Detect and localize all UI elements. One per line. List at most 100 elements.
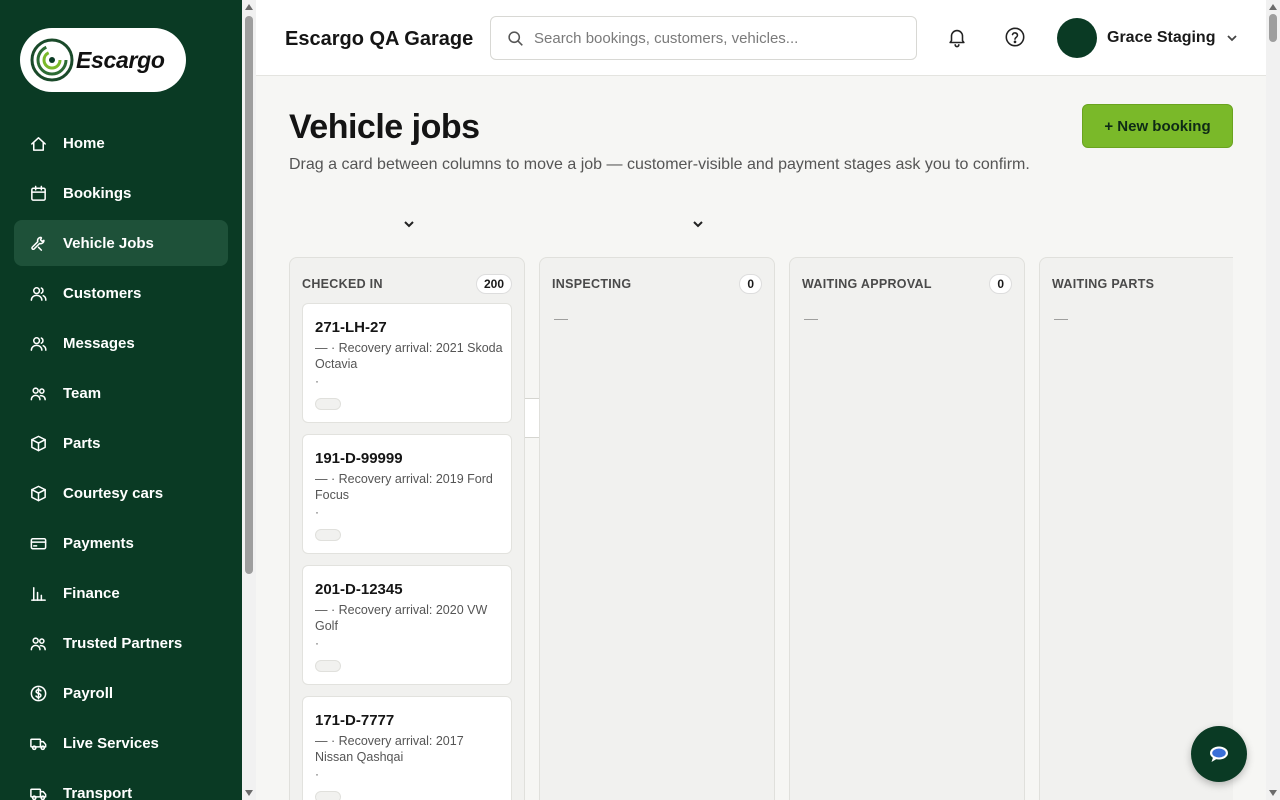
box-icon	[28, 433, 48, 453]
sidebar-item-label: Customers	[63, 284, 142, 302]
job-card[interactable]: 201-D-12345 — · Recovery arrival: 2020 VW…	[302, 565, 512, 685]
sidebar: Escargo Home Bookings Vehicle Jobs Customer…	[0, 0, 242, 800]
column-count-badge: 200	[475, 274, 512, 294]
truck-icon	[28, 733, 48, 753]
sidebar-item-courtesy-cars[interactable]: Courtesy cars	[14, 470, 228, 516]
column-header: INSPECTING 0	[552, 274, 762, 294]
card-tag-pill	[315, 660, 341, 672]
sidebar-item-payments[interactable]: Payments	[14, 520, 228, 566]
column-header: CHECKED IN 200	[302, 274, 512, 294]
sidebar-item-label: Home	[63, 134, 105, 152]
sidebar-item-label: Finance	[63, 584, 120, 602]
chat-button[interactable]	[1191, 726, 1247, 782]
sidebar-item-label: Courtesy cars	[63, 484, 164, 502]
mechanic-filter[interactable]: All mechanics	[289, 199, 420, 438]
search-icon	[508, 30, 523, 46]
user-name: Grace Staging	[1107, 29, 1216, 46]
users-icon	[28, 333, 48, 353]
column-header: WAITING PARTS	[1052, 274, 1233, 294]
chevron-down-icon	[693, 215, 703, 228]
page-title: Vehicle jobs	[289, 108, 480, 146]
brand-name: Escargo	[76, 46, 165, 73]
notifications-button[interactable]	[946, 26, 970, 50]
scroll-up-arrow-icon[interactable]	[1269, 4, 1277, 10]
home-icon	[28, 133, 48, 153]
board-column-waiting-parts: WAITING PARTS —	[1039, 257, 1233, 800]
top-header: Escargo QA Garage Grace Staging	[256, 0, 1266, 76]
sidebar-item-team[interactable]: Team	[14, 370, 228, 416]
card-description: — · Recovery arrival: 2017 Nissan Qashqa…	[315, 734, 464, 764]
column-empty-placeholder: —	[804, 310, 818, 326]
users-icon	[28, 283, 48, 303]
truck-icon	[28, 783, 48, 800]
team-icon	[28, 633, 48, 653]
sidebar-item-transport[interactable]: Transport	[14, 770, 228, 800]
card-plate: 271-LH-27	[315, 319, 387, 336]
garage-name: Escargo QA Garage	[285, 28, 474, 50]
scroll-up-arrow-icon[interactable]	[245, 4, 253, 10]
calendar-icon	[28, 183, 48, 203]
job-card[interactable]: 271-LH-27 — · Recovery arrival: 2021 Skod…	[302, 303, 512, 423]
scrollbar-thumb[interactable]	[1269, 14, 1277, 42]
new-booking-button[interactable]: + New booking	[1082, 104, 1233, 148]
sidebar-item-label: Payments	[63, 534, 134, 552]
column-empty-placeholder: —	[1054, 310, 1068, 326]
sidebar-item-trusted-partners[interactable]: Trusted Partners	[14, 620, 228, 666]
sidebar-item-vehicle-jobs[interactable]: Vehicle Jobs	[14, 220, 228, 266]
sidebar-item-customers[interactable]: Customers	[14, 270, 228, 316]
chevron-down-icon	[404, 215, 414, 228]
card-plate: 171-D-7777	[315, 712, 395, 729]
sidebar-item-bookings[interactable]: Bookings	[14, 170, 228, 216]
credit-card-icon	[28, 533, 48, 553]
column-header: WAITING APPROVAL 0	[802, 274, 1012, 294]
brand-logo[interactable]: Escargo	[20, 28, 186, 92]
bell-icon	[949, 29, 965, 48]
kanban-board: CHECKED IN 200 271-LH-27 — · Recovery arriv…	[289, 257, 1233, 800]
page-subtitle: Drag a card between columns to move a jo…	[289, 156, 1030, 173]
column-empty-placeholder: —	[554, 310, 568, 326]
sidebar-item-messages[interactable]: Messages	[14, 320, 228, 366]
column-title: WAITING PARTS	[1052, 277, 1155, 291]
dollar-circle-icon	[28, 683, 48, 703]
board-column-inspecting: INSPECTING 0 —	[539, 257, 775, 800]
sidebar-item-label: Parts	[63, 434, 101, 452]
user-menu[interactable]: Grace Staging	[1057, 18, 1239, 58]
scroll-down-arrow-icon[interactable]	[1269, 790, 1277, 796]
team-icon	[28, 383, 48, 403]
card-plate: 191-D-99999	[315, 450, 403, 467]
sidebar-item-home[interactable]: Home	[14, 120, 228, 166]
sidebar-item-parts[interactable]: Parts	[14, 420, 228, 466]
column-title: WAITING APPROVAL	[802, 277, 932, 291]
sidebar-item-label: Bookings	[63, 184, 132, 202]
search-box[interactable]	[490, 16, 917, 60]
sidebar-item-label: Messages	[63, 334, 135, 352]
board-column-waiting-approval: WAITING APPROVAL 0 —	[789, 257, 1025, 800]
sidebar-item-label: Team	[63, 384, 102, 402]
card-tag-pill	[315, 529, 341, 541]
sidebar-nav: Home Bookings Vehicle Jobs Customers Message…	[14, 120, 228, 800]
sidebar-item-payroll[interactable]: Payroll	[14, 670, 228, 716]
card-plate: 201-D-12345	[315, 581, 403, 598]
board-column-checked-in: CHECKED IN 200 271-LH-27 — · Recovery arriv…	[289, 257, 525, 800]
sidebar-item-label: Vehicle Jobs	[63, 234, 154, 252]
job-card[interactable]: 171-D-7777 — · Recovery arrival: 2017 Nis…	[302, 696, 512, 800]
service-filter[interactable]: All services	[430, 199, 709, 438]
box-icon	[28, 483, 48, 503]
sidebar-scrollbar[interactable]	[242, 0, 256, 800]
page-scrollbar[interactable]	[1266, 0, 1280, 800]
column-title: CHECKED IN	[302, 277, 383, 291]
help-button[interactable]	[1004, 26, 1028, 50]
scrollbar-thumb[interactable]	[245, 16, 253, 574]
search-input[interactable]	[534, 29, 904, 47]
column-count-badge: 0	[739, 274, 762, 294]
column-title: INSPECTING	[552, 277, 632, 291]
card-description: — · Recovery arrival: 2021 Skoda Octavia	[315, 341, 503, 371]
avatar	[1057, 18, 1097, 58]
card-meta: ·	[315, 636, 319, 650]
chevron-down-icon	[1225, 31, 1239, 45]
sidebar-item-live-services[interactable]: Live Services	[14, 720, 228, 766]
sidebar-item-finance[interactable]: Finance	[14, 570, 228, 616]
wrench-icon	[28, 233, 48, 253]
job-card[interactable]: 191-D-99999 — · Recovery arrival: 2019 Fo…	[302, 434, 512, 554]
scroll-down-arrow-icon[interactable]	[245, 790, 253, 796]
